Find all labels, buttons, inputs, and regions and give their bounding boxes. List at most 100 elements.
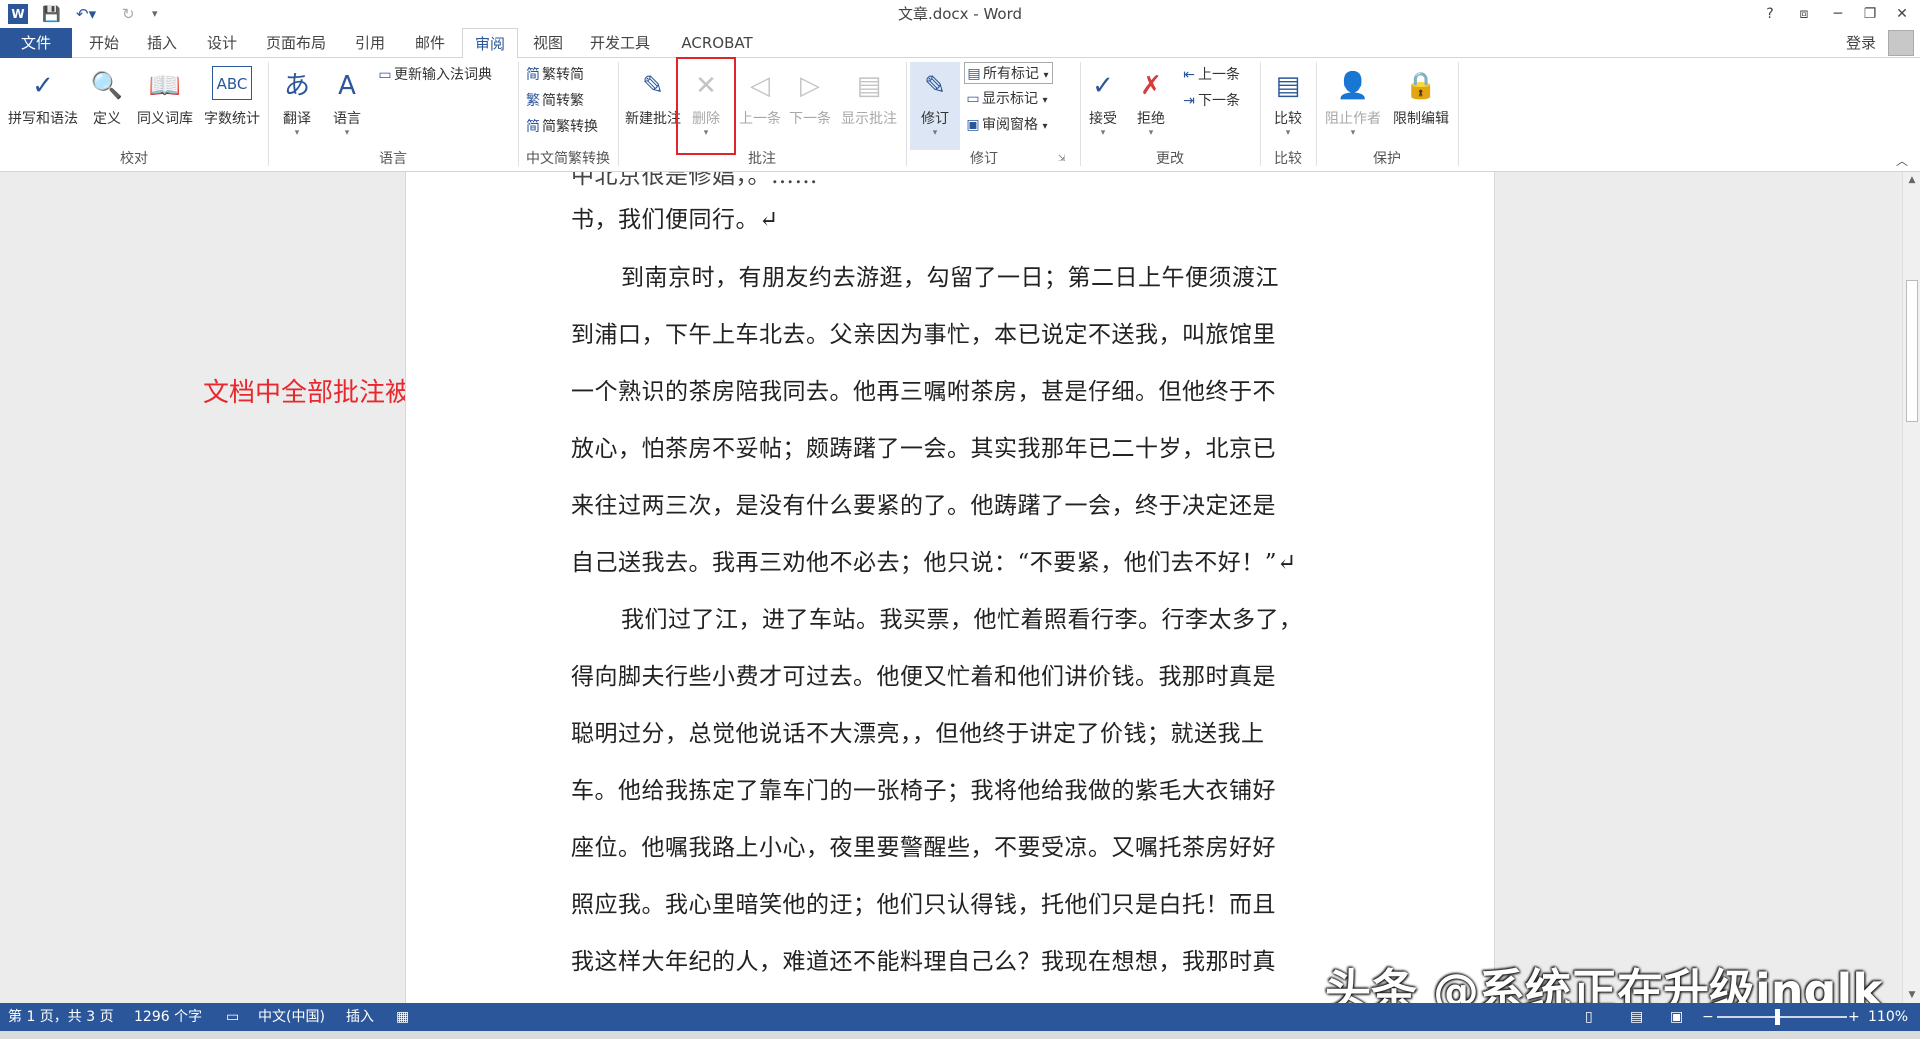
show-markup-button[interactable]: ▭ 显示标记 ▾ bbox=[964, 88, 1047, 110]
trad-to-simp-button[interactable]: 简繁转简 bbox=[524, 64, 584, 86]
window-title: 文章.docx - Word bbox=[897, 5, 1023, 23]
group-label-chinese-conversion: 中文简繁转换 bbox=[526, 151, 610, 167]
previous-comment-label: 上一条 bbox=[739, 111, 781, 127]
next-change-button[interactable]: ⇥ 下一条 bbox=[1180, 90, 1240, 112]
tab-mailings[interactable]: 邮件 bbox=[404, 28, 456, 58]
word-count-icon: ABC bbox=[212, 66, 252, 100]
tab-home[interactable]: 开始 bbox=[78, 28, 130, 58]
tab-design[interactable]: 设计 bbox=[196, 28, 248, 58]
spelling-grammar-label: 拼写和语法 bbox=[8, 111, 78, 127]
status-bar: 第 1 页，共 3 页 1296 个字 ▭ 中文(中国) 插入 ▦ ▯ ▤ ▣ … bbox=[0, 1003, 1920, 1031]
ribbon-review: ✓ 拼写和语法 🔍 定义 📖 同义词库 ABC 字数统计 校对 あ 翻译 ▾ A… bbox=[0, 58, 1920, 172]
group-label-compare: 比较 bbox=[1274, 151, 1302, 167]
show-comments-button[interactable]: ▤ 显示批注 bbox=[836, 62, 902, 148]
restore-button[interactable]: ❐ bbox=[1854, 0, 1886, 28]
track-changes-icon: ✎ bbox=[924, 71, 946, 101]
reviewing-pane-button[interactable]: ▣ 审阅窗格 ▾ bbox=[964, 114, 1047, 136]
tab-insert[interactable]: 插入 bbox=[136, 28, 188, 58]
language-icon: A bbox=[338, 71, 356, 101]
tab-file[interactable]: 文件 bbox=[0, 28, 72, 58]
scroll-down-icon[interactable]: ▼ bbox=[1903, 987, 1920, 1003]
tab-references[interactable]: 引用 bbox=[344, 28, 396, 58]
zoom-slider[interactable] bbox=[1717, 1016, 1847, 1018]
block-authors-button[interactable]: 👤 阻止作者 ▾ bbox=[1320, 62, 1386, 148]
page-count-status[interactable]: 第 1 页，共 3 页 bbox=[8, 1003, 114, 1031]
simp-to-trad-button[interactable]: 繁简转繁 bbox=[524, 90, 584, 112]
scroll-thumb[interactable] bbox=[1906, 280, 1918, 422]
previous-change-button[interactable]: ⇤ 上一条 bbox=[1180, 64, 1240, 86]
document-line: 书，我们便同行。↵ bbox=[571, 207, 779, 233]
markup-display-select[interactable]: ▤ 所有标记 ▾ bbox=[964, 62, 1054, 84]
document-line: 得向脚夫行些小费才可过去。他便又忙着和他们讲价钱。我那时真是 bbox=[571, 664, 1276, 690]
thesaurus-label: 同义词库 bbox=[137, 111, 193, 127]
thesaurus-button[interactable]: 📖 同义词库 bbox=[132, 62, 198, 148]
reviewing-pane-label: 审阅窗格 bbox=[982, 117, 1038, 133]
language-button[interactable]: A 语言 ▾ bbox=[324, 62, 370, 148]
track-changes-button[interactable]: ✎ 修订 ▾ bbox=[910, 62, 960, 150]
insert-mode-status[interactable]: 插入 bbox=[346, 1003, 374, 1031]
word-count-button[interactable]: ABC 字数统计 bbox=[200, 62, 264, 148]
tab-review[interactable]: 审阅 bbox=[462, 28, 518, 59]
conversion-label: 简繁转换 bbox=[542, 119, 598, 135]
document-line: 座位。他嘱我路上小心，夜里要警醒些，不要受凉。又嘱托茶房好好 bbox=[571, 835, 1276, 861]
group-label-protect: 保护 bbox=[1373, 151, 1401, 167]
next-comment-button[interactable]: ▷ 下一条 bbox=[786, 62, 834, 148]
macro-record-icon[interactable]: ▦ bbox=[396, 1003, 409, 1031]
document-line: 我这样大年纪的人，难道还不能料理自己么？我现在想想，我那时真 bbox=[571, 949, 1276, 975]
next-comment-label: 下一条 bbox=[789, 111, 831, 127]
web-layout-icon[interactable]: ▣ bbox=[1670, 1003, 1683, 1031]
restrict-editing-icon: 🔒 bbox=[1404, 71, 1438, 101]
conversion-button[interactable]: 简简繁转换 bbox=[524, 116, 598, 138]
accept-button[interactable]: ✓ 接受 ▾ bbox=[1084, 62, 1122, 148]
spelling-grammar-button[interactable]: ✓ 拼写和语法 bbox=[4, 62, 82, 148]
word-count-status[interactable]: 1296 个字 bbox=[134, 1003, 202, 1031]
tab-layout[interactable]: 页面布局 bbox=[258, 28, 334, 58]
print-layout-icon[interactable]: ▤ bbox=[1630, 1003, 1643, 1031]
help-button[interactable]: ? bbox=[1754, 0, 1786, 28]
language-status[interactable]: 中文(中国) bbox=[258, 1003, 325, 1031]
chevron-down-icon: ▾ bbox=[1042, 95, 1048, 106]
proofing-status-icon[interactable]: ▭ bbox=[226, 1003, 239, 1031]
avatar[interactable] bbox=[1888, 30, 1914, 56]
document-line: 聪明过分，总觉他说话不大漂亮，，但他终于讲定了价钱；就送我上 bbox=[571, 721, 1265, 747]
zoom-level[interactable]: 110% bbox=[1868, 1003, 1908, 1031]
chevron-down-icon: ▾ bbox=[344, 128, 350, 138]
vertical-scrollbar[interactable]: ▲ ▼ bbox=[1902, 172, 1920, 1003]
tab-developer[interactable]: 开发工具 bbox=[582, 28, 658, 58]
trad-to-simp-label: 繁转简 bbox=[542, 67, 584, 83]
compare-button[interactable]: ▤ 比较 ▾ bbox=[1266, 62, 1310, 148]
document-area: 文档中全部批注被删除 中北京很是修娼，。…… 书，我们便同行。↵ 到南京时，有朋… bbox=[0, 172, 1902, 1003]
zoom-out-icon[interactable]: − bbox=[1702, 1003, 1714, 1031]
tab-view[interactable]: 视图 bbox=[522, 28, 574, 58]
reject-button[interactable]: ✗ 拒绝 ▾ bbox=[1132, 62, 1170, 148]
document-line: 到浦口，下午上车北去。父亲因为事忙，本已说定不送我，叫旅馆里 bbox=[571, 322, 1276, 348]
language-label: 语言 bbox=[333, 111, 361, 127]
minimize-button[interactable]: ─ bbox=[1822, 0, 1854, 28]
zoom-slider-thumb[interactable] bbox=[1775, 1009, 1780, 1025]
zoom-in-icon[interactable]: + bbox=[1848, 1003, 1860, 1031]
translate-button[interactable]: あ 翻译 ▾ bbox=[274, 62, 320, 148]
show-comments-icon: ▤ bbox=[856, 71, 882, 101]
show-markup-label: 显示标记 bbox=[982, 91, 1038, 107]
tracking-dialog-launcher-icon[interactable]: ⇲ bbox=[1058, 154, 1066, 164]
update-ime-dictionary-button[interactable]: ▭ 更新输入法词典 bbox=[376, 64, 492, 86]
login-link[interactable]: 登录 bbox=[1846, 28, 1876, 58]
next-change-icon: ⇥ bbox=[1183, 93, 1195, 109]
previous-comment-button[interactable]: ◁ 上一条 bbox=[736, 62, 784, 148]
group-label-comments: 批注 bbox=[748, 151, 776, 167]
document-line: 放心，怕茶房不妥帖；颇踌躇了一会。其实我那年已二十岁，北京已 bbox=[571, 436, 1276, 462]
simp-to-trad-label: 简转繁 bbox=[542, 93, 584, 109]
collapse-ribbon-icon[interactable]: ︿ bbox=[1896, 152, 1908, 169]
new-comment-button[interactable]: ✎ 新建批注 bbox=[622, 62, 684, 148]
restrict-editing-button[interactable]: 🔒 限制编辑 bbox=[1388, 62, 1454, 148]
chevron-down-icon: ▾ bbox=[294, 128, 300, 138]
ribbon-display-options-button[interactable]: ⧈ bbox=[1788, 0, 1820, 28]
document-page[interactable]: 中北京很是修娼，。…… 书，我们便同行。↵ 到南京时，有朋友约去游逛，勾留了一日… bbox=[405, 172, 1495, 1003]
title-bar: W 💾 ↶▾ ↻ ▾ 文章.docx - Word ? ⧈ ─ ❐ ✕ bbox=[0, 0, 1920, 28]
define-button[interactable]: 🔍 定义 bbox=[88, 62, 126, 148]
read-mode-icon[interactable]: ▯ bbox=[1585, 1003, 1593, 1031]
tab-acrobat[interactable]: ACROBAT bbox=[674, 28, 760, 58]
markup-display-value: 所有标记 bbox=[983, 66, 1039, 82]
close-button[interactable]: ✕ bbox=[1886, 0, 1918, 28]
scroll-up-icon[interactable]: ▲ bbox=[1903, 172, 1920, 188]
